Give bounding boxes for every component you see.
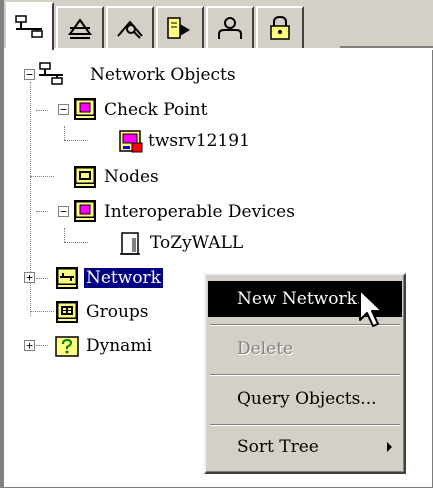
menu-separator: [210, 424, 400, 426]
menu-item-query-objects[interactable]: Query Objects...: [208, 381, 402, 417]
expand-toggle[interactable]: +: [24, 340, 35, 351]
tree-item-dynamic-objects[interactable]: Dynami: [86, 336, 152, 356]
menu-item-sort-tree-label: Sort Tree: [237, 437, 319, 457]
tree-item-groups[interactable]: Groups: [86, 302, 149, 322]
folder-groups-icon: [56, 301, 78, 323]
tree-line: [64, 140, 88, 142]
folder-nodes-icon: [74, 166, 96, 188]
folder-interoperable-icon: [74, 200, 96, 222]
collapse-toggle[interactable]: −: [24, 69, 35, 80]
menu-item-sort-tree[interactable]: Sort Tree: [208, 429, 402, 465]
folder-networks-icon: [56, 267, 78, 289]
tree-line: [36, 345, 48, 347]
tree-item-networks[interactable]: Network: [83, 267, 164, 289]
tree-line: [30, 176, 54, 178]
tree-line: [36, 211, 48, 213]
menu-separator: [210, 374, 400, 376]
collapse-toggle[interactable]: −: [58, 104, 69, 115]
device-icon: [120, 232, 140, 255]
tree-item-twsrv12191[interactable]: twsrv12191: [148, 131, 250, 151]
tree-line: [64, 228, 66, 242]
tree-item-check-point[interactable]: Check Point: [104, 100, 207, 120]
mouse-pointer-icon: [359, 289, 383, 327]
tree-line: [64, 126, 66, 140]
menu-item-delete[interactable]: Delete: [208, 331, 402, 367]
tree-line: [30, 311, 54, 313]
tree-item-network-objects[interactable]: Network Objects: [90, 65, 236, 85]
tree-line: [36, 278, 48, 280]
submenu-arrow-icon: [387, 442, 392, 452]
folder-check-point-icon: [74, 98, 96, 120]
tree-line: [36, 110, 48, 112]
collapse-toggle[interactable]: −: [58, 206, 69, 217]
tree-item-tozywall[interactable]: ToZyWALL: [150, 233, 243, 253]
network-objects-icon: [39, 62, 63, 85]
tree-item-interoperable-devices[interactable]: Interoperable Devices: [104, 202, 295, 222]
tree-item-nodes[interactable]: Nodes: [104, 167, 159, 187]
gateway-icon: [119, 130, 143, 153]
expand-toggle[interactable]: +: [24, 272, 35, 283]
tree-line: [64, 242, 88, 244]
folder-dynamic-objects-icon: [55, 336, 79, 357]
